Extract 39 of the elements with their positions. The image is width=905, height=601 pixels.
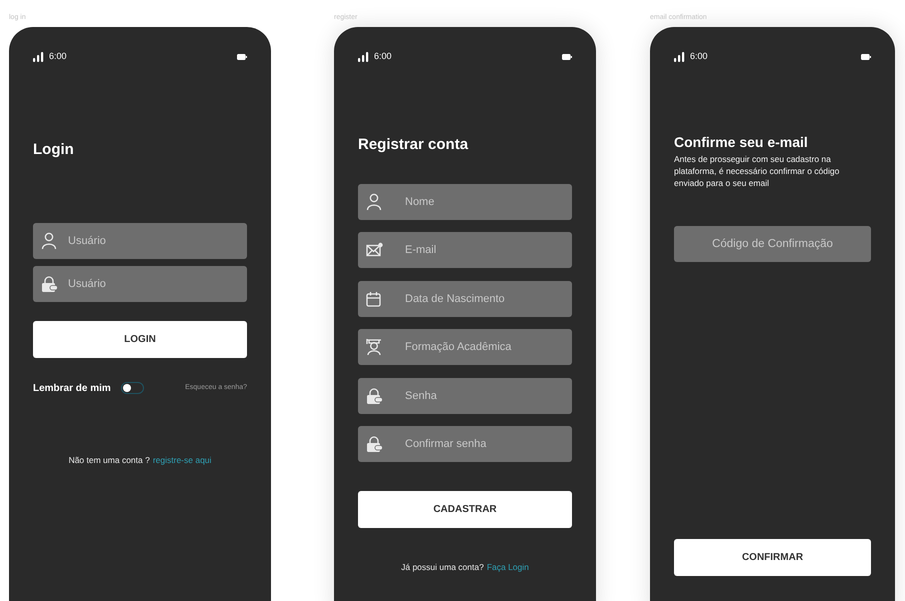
user-icon [366, 193, 382, 211]
date-field[interactable]: Data de Nascimento [358, 280, 572, 317]
student-icon [366, 338, 382, 356]
footer-link[interactable]: Faça Login [486, 562, 529, 572]
description-text: Antes de prosseguir com seu cadastro na plataforma, é necessário confirmar o código enviado para o seu email [674, 153, 840, 189]
password-field[interactable]: Senha [358, 378, 572, 414]
status-time: 6:00 [49, 50, 67, 64]
calendar-icon [366, 290, 381, 307]
battery-icon [562, 54, 572, 60]
mail-icon [366, 242, 383, 258]
signal-icon [358, 52, 369, 62]
screen-title: Registrar conta [358, 135, 470, 155]
text-field[interactable]: Usuário [33, 223, 247, 259]
lock-icon [366, 435, 383, 452]
signal-icon [33, 52, 44, 62]
lock-icon [366, 387, 383, 404]
password-field[interactable]: Usuário [33, 266, 247, 302]
screen-title: Login [33, 140, 75, 160]
screen-title: Confirme seu e-mail [674, 133, 809, 151]
text-field[interactable]: Nome [358, 184, 572, 220]
footer-text: Já possui uma conta? Faça Login [400, 560, 530, 574]
toggle-switch[interactable] [120, 382, 144, 394]
footer-text: Não tem uma conta ? registre-se aqui [68, 454, 212, 467]
submit-button[interactable]: LOGIN [33, 321, 247, 358]
battery-icon [237, 54, 247, 60]
user-icon [41, 232, 57, 250]
text-field[interactable]: Formação Acadêmica [358, 329, 572, 366]
password-field[interactable]: Confirmar senha [358, 426, 572, 462]
lock-icon [41, 276, 58, 292]
status-time: 6:00 [690, 50, 708, 64]
code-field[interactable]: Código de Confirmação [674, 226, 871, 262]
remember-label: Lembrar de mim [33, 382, 111, 396]
signal-icon [674, 52, 685, 62]
battery-icon [861, 54, 871, 60]
submit-button[interactable]: CADASTRAR [358, 490, 572, 528]
status-time: 6:00 [374, 50, 392, 64]
email-field[interactable]: E-mail [358, 232, 572, 268]
footer-link[interactable]: registre-se aqui [152, 455, 212, 465]
submit-button[interactable]: CONFIRMAR [674, 539, 871, 576]
